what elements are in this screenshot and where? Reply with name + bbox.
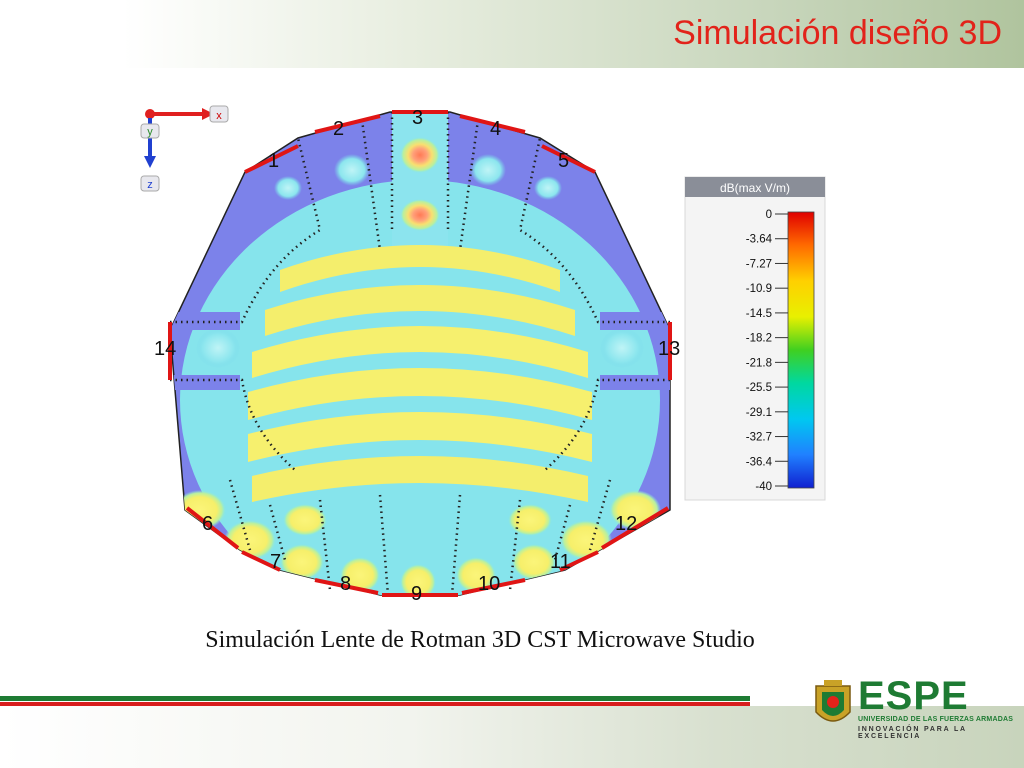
axis-z-label: z [147, 179, 153, 191]
logo-wordmark: ESPE [858, 674, 969, 718]
colorbar-tick-label: -21.8 [746, 357, 772, 369]
colorbar-tick-label: -32.7 [746, 432, 772, 444]
colorbar-tick-label: -10.9 [746, 283, 772, 295]
port-label-11: 11 [550, 551, 571, 573]
footer-line-red [0, 702, 750, 706]
footer-line-green [0, 696, 750, 701]
colorbar-tick-label: -40 [755, 481, 772, 493]
colorbar-tick-label: -25.5 [746, 382, 772, 394]
axis-y-label: y [147, 126, 153, 138]
port-label-12: 12 [615, 513, 637, 535]
colorbar-tick-label: -3.64 [746, 234, 773, 246]
port-label-8: 8 [340, 573, 351, 595]
figure-caption: Simulación Lente de Rotman 3D CST Microw… [205, 627, 755, 653]
colorbar-tick-label: -18.2 [746, 333, 772, 345]
rotman-lens-figure: x y z 1 2 3 4 5 6 7 8 9 10 11 12 13 14 d… [140, 105, 826, 605]
port-label-9: 9 [411, 583, 422, 605]
logo-subtitle-university: UNIVERSIDAD DE LAS FUERZAS ARMADAS [858, 716, 1014, 723]
colorbar: dB(max V/m) 0 -3.64 -7.27 -10.9 -14.5 -18.2 -2… [684, 176, 826, 501]
colorbar-tick-label: -29.1 [746, 407, 772, 419]
port-label-13: 13 [658, 338, 680, 360]
port-label-5: 5 [558, 150, 569, 172]
colorbar-tick-label: -36.4 [746, 456, 773, 468]
colorbar-tick-label: -7.27 [746, 258, 772, 270]
axes-triad: x y z [140, 105, 229, 192]
port-label-6: 6 [202, 513, 213, 535]
port-label-2: 2 [333, 118, 344, 140]
colorbar-tick-label: 0 [766, 209, 772, 221]
lens-body [168, 110, 672, 597]
port-label-14: 14 [154, 338, 176, 360]
axis-x-label: x [216, 110, 222, 122]
port-label-10: 10 [478, 573, 500, 595]
port-label-4: 4 [490, 118, 501, 140]
port-label-1: 1 [268, 150, 279, 172]
colorbar-tick-label: -14.5 [746, 308, 772, 320]
colorbar-title: dB(max V/m) [720, 181, 790, 195]
port-label-7: 7 [270, 551, 281, 573]
slide-title: Simulación diseño 3D [673, 14, 1002, 52]
port-label-3: 3 [412, 107, 423, 129]
logo-subtitle-motto: INNOVACIÓN PARA LA EXCELENCIA [858, 726, 967, 740]
